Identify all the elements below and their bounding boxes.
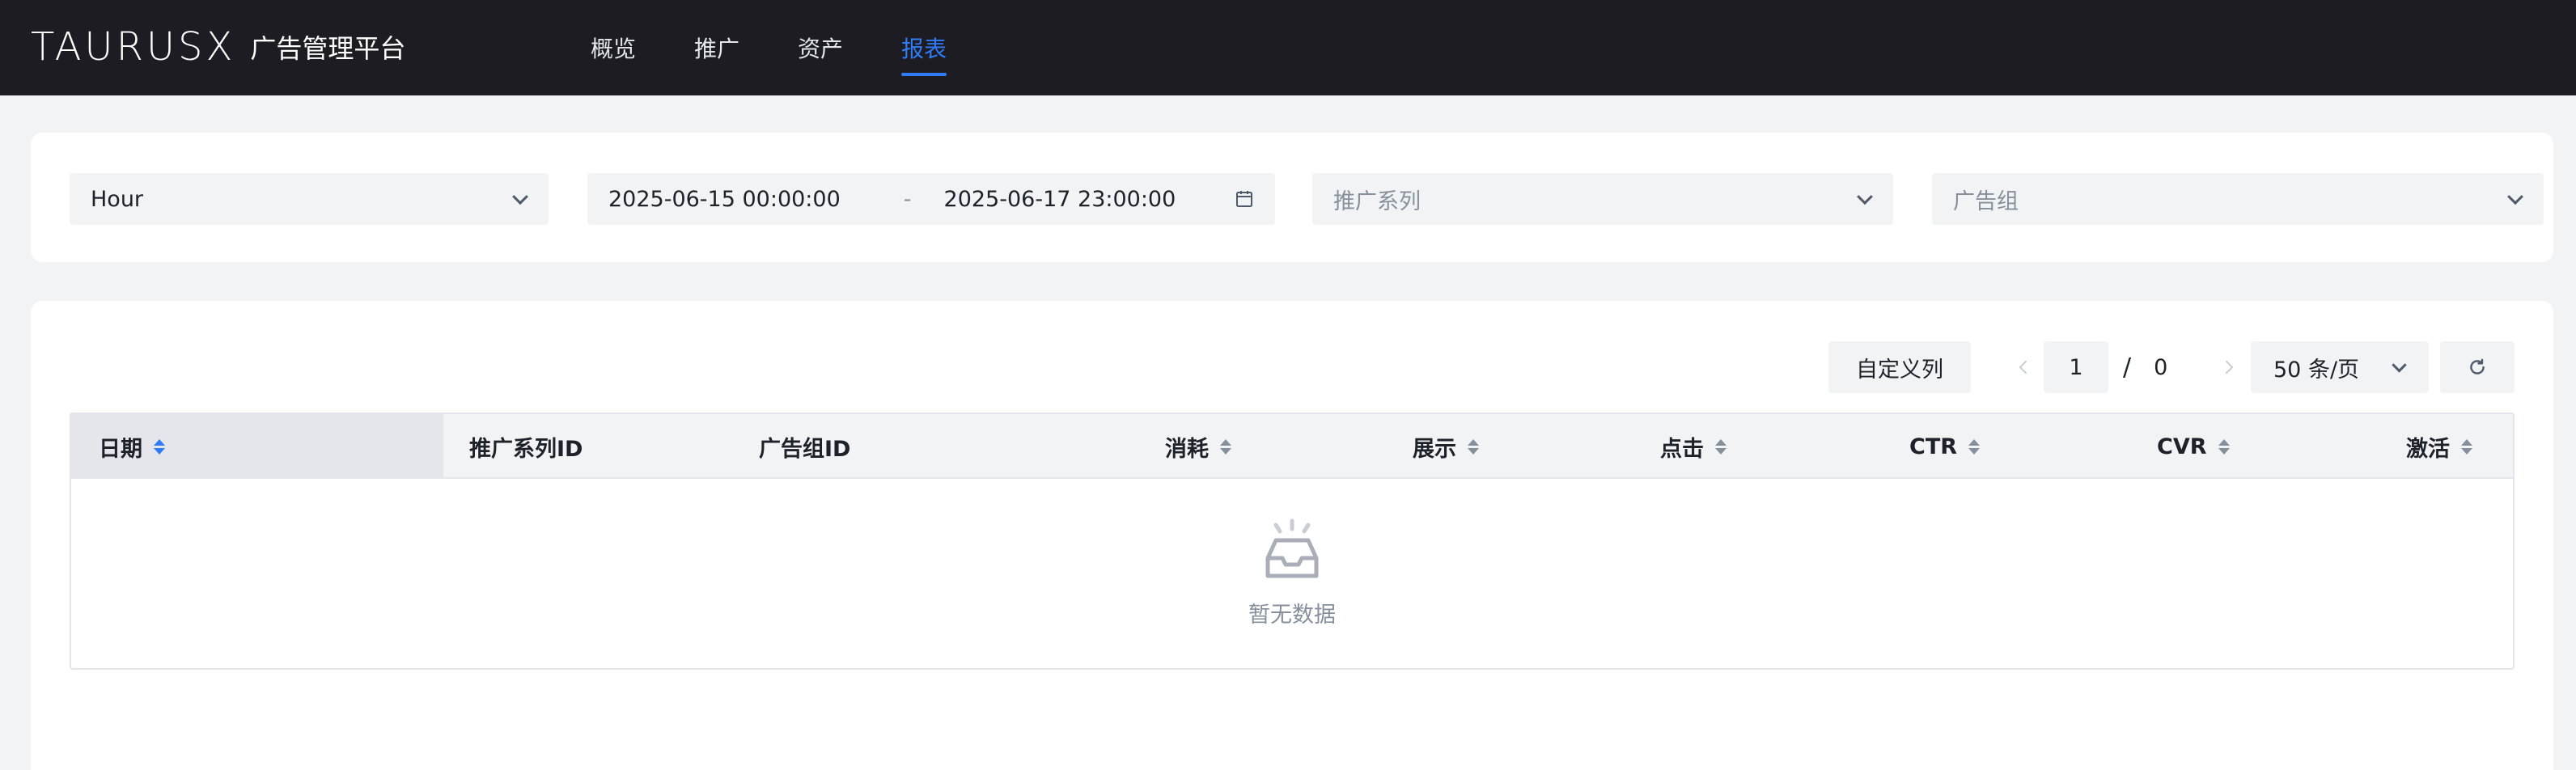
empty-inbox-icon — [1265, 518, 1319, 578]
page-number-input[interactable] — [2044, 341, 2108, 393]
refresh-icon — [2470, 358, 2485, 374]
logo-wordmark: TAURUSX — [31, 24, 236, 70]
empty-state: 暂无数据 — [71, 479, 2513, 668]
ad-group-select[interactable]: 广告组 — [1932, 173, 2544, 225]
date-range-separator: - — [903, 186, 912, 212]
date-range-picker[interactable]: 2025-06-15 00:00:00 - 2025-06-17 23:00:0… — [587, 173, 1275, 225]
calendar-icon — [1236, 191, 1252, 207]
granularity-value: Hour — [91, 186, 144, 212]
sort-icon[interactable] — [1715, 438, 1727, 455]
report-table-panel: 自定义列 / 0 50 条/页 日期 推广系列ID 广告组ID — [31, 301, 2553, 770]
chevron-down-icon — [512, 188, 528, 205]
campaign-series-placeholder: 推广系列 — [1333, 188, 1421, 214]
date-start-value[interactable]: 2025-06-15 00:00:00 — [608, 187, 841, 212]
column-label: 消耗 — [1165, 436, 1209, 462]
page-size-value: 50 条/页 — [2273, 357, 2360, 383]
column-label: 激活 — [2406, 436, 2450, 462]
chevron-right-icon — [2219, 360, 2234, 374]
column-label: CVR — [2157, 434, 2207, 459]
column-label: 日期 — [99, 436, 142, 462]
top-navigation-bar: TAURUSX 广告管理平台 概览 推广 资产 报表 — [0, 0, 2576, 95]
table-header: 日期 推广系列ID 广告组ID 消耗 展示 点击 CTR CVR 激活 — [71, 414, 2513, 479]
column-date[interactable]: 日期 — [71, 414, 443, 479]
column-impressions[interactable]: 展示 — [1413, 414, 1479, 479]
sort-icon[interactable] — [1220, 438, 1231, 455]
column-label: 推广系列ID — [469, 436, 583, 462]
prev-page-button[interactable] — [2008, 341, 2044, 393]
empty-state-text: 暂无数据 — [1248, 602, 1336, 628]
date-end-value[interactable]: 2025-06-17 23:00:00 — [944, 187, 1176, 212]
column-ad-group-id: 广告组ID — [759, 414, 850, 479]
page-total: / 0 — [2123, 341, 2167, 393]
sort-icon[interactable] — [2218, 438, 2230, 455]
campaign-series-select[interactable]: 推广系列 — [1312, 173, 1893, 225]
nav-item-assets[interactable]: 资产 — [798, 0, 843, 95]
column-label: 广告组ID — [759, 436, 851, 462]
chevron-down-icon — [2507, 188, 2523, 205]
column-label: 点击 — [1660, 436, 1704, 462]
sort-icon[interactable] — [2461, 438, 2472, 455]
filter-panel: Hour 2025-06-15 00:00:00 - 2025-06-17 23… — [31, 133, 2553, 262]
column-ctr[interactable]: CTR — [1909, 414, 1981, 479]
main-nav: 概览 推广 资产 报表 — [591, 0, 1005, 95]
report-table: 日期 推广系列ID 广告组ID 消耗 展示 点击 CTR CVR 激活 暂无数据 — [70, 412, 2515, 670]
ad-group-placeholder: 广告组 — [1953, 188, 2019, 214]
brand-logo[interactable]: TAURUSX 广告管理平台 — [31, 23, 405, 71]
chevron-down-icon — [1857, 188, 1873, 205]
page-total-value: 0 — [2154, 354, 2168, 380]
refresh-button[interactable] — [2440, 341, 2515, 393]
nav-item-overview[interactable]: 概览 — [591, 0, 636, 95]
page-separator: / — [2123, 353, 2132, 382]
sort-icon[interactable] — [1968, 438, 1981, 455]
nav-item-reports[interactable]: 报表 — [901, 0, 947, 95]
column-cost[interactable]: 消耗 — [1165, 414, 1231, 479]
nav-item-promotion[interactable]: 推广 — [694, 0, 739, 95]
granularity-select[interactable]: Hour — [70, 173, 549, 225]
column-label: CTR — [1909, 434, 1958, 459]
next-page-button[interactable] — [2209, 341, 2244, 393]
column-campaign-id: 推广系列ID — [469, 414, 583, 479]
custom-columns-button[interactable]: 自定义列 — [1828, 341, 1971, 393]
column-clicks[interactable]: 点击 — [1660, 414, 1727, 479]
platform-name: 广告管理平台 — [250, 33, 406, 64]
chevron-down-icon — [2392, 358, 2407, 373]
column-activations[interactable]: 激活 — [2406, 414, 2472, 479]
page-size-select[interactable]: 50 条/页 — [2251, 341, 2429, 393]
sort-icon[interactable] — [1468, 438, 1479, 455]
column-label: 展示 — [1413, 436, 1456, 462]
sort-icon[interactable] — [154, 438, 165, 455]
chevron-left-icon — [2019, 360, 2033, 374]
column-cvr[interactable]: CVR — [2157, 414, 2230, 479]
